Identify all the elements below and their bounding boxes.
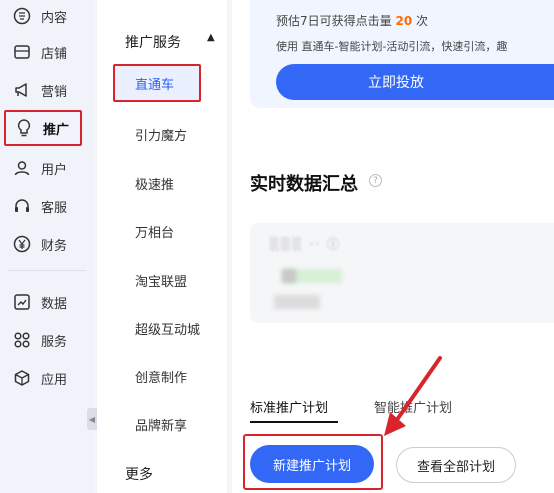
- realtime-stats-card: ░░░ ·· ⓘ: [250, 223, 554, 323]
- active-tab-underline: [250, 421, 338, 423]
- banner-estimate-number: 20: [395, 14, 413, 28]
- app-root: 内容 店铺 营销 推广 用户 客服 财务 数据 服务 应用 ◀ 推广服务 ▲ 直…: [0, 0, 554, 493]
- view-all-plans-button[interactable]: 查看全部计划: [396, 447, 516, 483]
- submenu-more[interactable]: 更多: [125, 464, 153, 484]
- help-icon[interactable]: ?: [369, 174, 382, 187]
- secondary-menu: 推广服务 ▲ 直通车 引力魔方 极速推 万相台 淘宝联盟 超级互动城 创意制作 …: [97, 0, 227, 493]
- sidebar-item-store[interactable]: 店铺: [4, 36, 82, 68]
- banner-estimate: 预估7日可获得点击量 20 次: [276, 12, 428, 29]
- sidebar-item-content[interactable]: 内容: [4, 0, 82, 32]
- submenu-item-interactive-city[interactable]: 超级互动城: [135, 319, 200, 338]
- headset-icon: [11, 195, 33, 217]
- sidebar-item-label: 推广: [43, 122, 70, 138]
- sidebar-item-label: 财务: [41, 238, 68, 254]
- sidebar-item-apps[interactable]: 应用: [4, 362, 82, 394]
- tab-standard-plan[interactable]: 标准推广计划: [250, 397, 328, 416]
- sidebar-item-label: 数据: [41, 296, 68, 312]
- store-icon: [11, 41, 33, 63]
- sidebar-item-label: 店铺: [41, 46, 68, 62]
- sidebar-divider: [8, 270, 86, 271]
- annotation-arrow-icon: [384, 356, 442, 436]
- sidebar-item-label: 内容: [41, 10, 68, 26]
- realtime-data-title: 实时数据汇总: [250, 174, 358, 195]
- sidebar-item-finance[interactable]: 财务: [4, 228, 82, 260]
- sidebar-item-label: 用户: [41, 162, 68, 178]
- content-icon: [11, 5, 33, 27]
- blurred-value: [282, 269, 296, 283]
- submenu-item-taobao-union[interactable]: 淘宝联盟: [135, 271, 187, 290]
- promo-banner: 预估7日可获得点击量 20 次 使用 直通车-智能计划-活动引流，快速引流，趣 …: [250, 0, 554, 108]
- new-plan-button[interactable]: 新建推广计划: [250, 445, 374, 483]
- sidebar-item-service[interactable]: 客服: [4, 190, 82, 222]
- sidebar-item-label: 客服: [41, 200, 68, 216]
- sidebar-item-marketing[interactable]: 营销: [4, 74, 82, 106]
- submenu-item-creative[interactable]: 创意制作: [135, 367, 187, 386]
- user-icon: [11, 157, 33, 179]
- submenu-item-wanxiangtai[interactable]: 万相台: [135, 222, 174, 241]
- primary-sidebar: 内容 店铺 营销 推广 用户 客服 财务 数据 服务 应用: [0, 0, 94, 493]
- sidebar-item-services[interactable]: 服务: [4, 324, 82, 356]
- sidebar-collapse-handle[interactable]: ◀: [87, 408, 97, 430]
- yuan-icon: [11, 233, 33, 255]
- blurred-metric-label: ░░░ ·· ⓘ: [270, 237, 341, 251]
- submenu-item-brand[interactable]: 品牌新享: [135, 415, 187, 434]
- sidebar-item-data[interactable]: 数据: [4, 286, 82, 318]
- chevron-up-icon[interactable]: ▲: [207, 32, 215, 43]
- sidebar-item-label: 服务: [41, 334, 68, 350]
- cube-icon: [11, 367, 33, 389]
- sidebar-item-label: 应用: [41, 372, 68, 388]
- lightbulb-icon: [13, 117, 35, 139]
- banner-description: 使用 直通车-智能计划-活动引流，快速引流，趣: [276, 40, 508, 53]
- submenu-item-jisutui[interactable]: 极速推: [135, 174, 174, 193]
- banner-estimate-prefix: 预估7日可获得点击量: [276, 14, 392, 28]
- sidebar-item-promotion[interactable]: 推广: [4, 110, 82, 146]
- banner-estimate-suffix: 次: [416, 14, 429, 28]
- blurred-value: [274, 295, 320, 309]
- launch-now-button[interactable]: 立即投放: [276, 64, 554, 100]
- submenu-header[interactable]: 推广服务: [125, 32, 181, 52]
- submenu-item-yinli[interactable]: 引力魔方: [135, 125, 187, 144]
- chart-icon: [11, 291, 33, 313]
- submenu-item-zhitongche[interactable]: 直通车: [113, 64, 201, 102]
- megaphone-icon: [11, 79, 33, 101]
- sidebar-item-label: 营销: [41, 84, 68, 100]
- sidebar-item-users[interactable]: 用户: [4, 152, 82, 184]
- grid-icon: [11, 329, 33, 351]
